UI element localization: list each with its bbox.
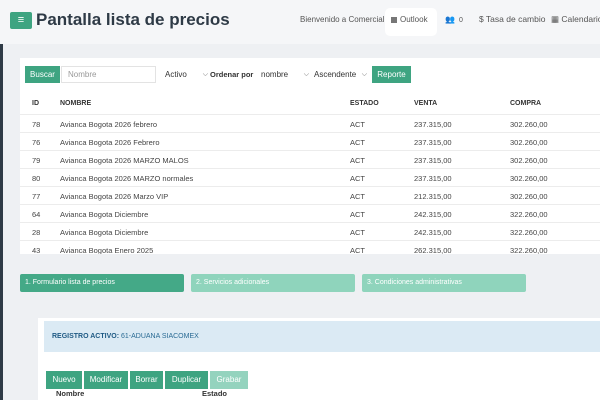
duplicar-button[interactable]: Duplicar: [165, 371, 208, 389]
table-row[interactable]: 43 Avianca Bogota Enero 2025 ACT 262.315…: [20, 240, 600, 254]
calendario-link[interactable]: ▦ Calendario: [551, 14, 600, 25]
grabar-button[interactable]: Grabar: [210, 371, 248, 389]
ordenar-por-label: Ordenar por: [210, 70, 254, 79]
table-row[interactable]: 79 Avianca Bogota 2026 MARZO MALOS ACT 2…: [20, 150, 600, 168]
tab-condiciones[interactable]: 3. Condiciones administrativas: [362, 274, 526, 292]
tab-formulario[interactable]: 1. Formulario lista de precios: [20, 274, 184, 292]
outlook-label: Outlook: [400, 15, 428, 24]
chevron-down-icon: ⌵: [303, 71, 309, 78]
borrar-button[interactable]: Borrar: [130, 371, 163, 389]
table-row[interactable]: 78 Avianca Bogota 2026 febrero ACT 237.3…: [20, 114, 600, 132]
header-venta: VENTA: [414, 100, 438, 107]
cell-nombre: Avianca Bogota 2026 Febrero: [60, 138, 160, 147]
buscar-button[interactable]: Buscar: [25, 66, 60, 83]
nuevo-button[interactable]: Nuevo: [46, 371, 82, 389]
table-row[interactable]: 28 Avianca Bogota Diciembre ACT 242.315,…: [20, 222, 600, 240]
users-button[interactable]: 👥 0: [445, 15, 463, 24]
registro-value: 61-ADUANA SIACOMEX: [120, 333, 199, 340]
table-row[interactable]: 64 Avianca Bogota Diciembre ACT 242.315,…: [20, 204, 600, 222]
cell-id: 28: [32, 228, 41, 237]
users-icon: 👥: [445, 15, 455, 24]
cell-compra: 322.260,00: [510, 228, 548, 237]
cell-estado: ACT: [350, 156, 365, 165]
tab-servicios[interactable]: 2. Servicios adicionales: [191, 274, 355, 292]
cell-nombre: Avianca Bogota Enero 2025: [60, 246, 154, 254]
header-id: ID: [32, 100, 39, 107]
estado-select-value: Activo: [165, 70, 187, 79]
cell-id: 43: [32, 246, 41, 254]
chevron-down-icon: ⌵: [361, 71, 367, 78]
cell-id: 64: [32, 210, 41, 219]
cell-venta: 242.315,00: [414, 228, 452, 237]
users-count: 0: [458, 17, 463, 24]
cell-id: 77: [32, 192, 41, 201]
calendario-label: Calendario: [561, 14, 600, 24]
chevron-down-icon: ⌵: [202, 71, 208, 78]
cell-nombre: Avianca Bogota Diciembre: [60, 210, 149, 219]
table-row[interactable]: 76 Avianca Bogota 2026 Febrero ACT 237.3…: [20, 132, 600, 150]
cell-estado: ACT: [350, 120, 365, 129]
cell-compra: 322.260,00: [510, 246, 548, 254]
cell-compra: 302.260,00: [510, 156, 548, 165]
cell-estado: ACT: [350, 174, 365, 183]
registro-activo-bar: REGISTRO ACTIVO: 61-ADUANA SIACOMEX: [44, 321, 600, 352]
cell-venta: 237.315,00: [414, 156, 452, 165]
estado-field-label: Estado: [202, 389, 228, 398]
order-direction-select[interactable]: Ascendente ⌵: [314, 66, 369, 83]
cell-estado: ACT: [350, 192, 365, 201]
header-compra: COMPRA: [510, 100, 542, 107]
cell-nombre: Avianca Bogota 2026 MARZO MALOS: [60, 156, 189, 165]
cell-id: 78: [32, 120, 41, 129]
cell-nombre: Avianca Bogota Diciembre: [60, 228, 149, 237]
nombre-field-label: Nombre: [56, 389, 85, 398]
cell-estado: ACT: [350, 228, 365, 237]
cell-venta: 237.315,00: [414, 120, 452, 129]
order-field-value: nombre: [261, 70, 289, 79]
tasa-de-cambio-link[interactable]: $ Tasa de cambio: [479, 14, 545, 24]
cell-compra: 302.260,00: [510, 120, 548, 129]
price-list-panel: Buscar Nombre Activo ⌵ Ordenar por nombre…: [20, 58, 600, 254]
cell-venta: 237.315,00: [414, 138, 452, 147]
cell-id: 80: [32, 174, 41, 183]
cell-venta: 242.315,00: [414, 210, 452, 219]
cell-compra: 322.260,00: [510, 210, 548, 219]
cell-compra: 302.260,00: [510, 174, 548, 183]
registro-label: REGISTRO ACTIVO:: [52, 333, 120, 340]
cell-compra: 302.260,00: [510, 138, 548, 147]
cell-venta: 262.315,00: [414, 246, 452, 254]
header-estado: ESTADO: [350, 100, 379, 107]
cell-id: 79: [32, 156, 41, 165]
estado-select[interactable]: Activo ⌵: [165, 66, 210, 83]
sidebar-edge: [0, 44, 3, 400]
cell-estado: ACT: [350, 246, 365, 254]
cell-nombre: Avianca Bogota 2026 MARZO normales: [60, 174, 194, 183]
cell-venta: 237.315,00: [414, 174, 452, 183]
cell-compra: 302.260,00: [510, 192, 548, 201]
cell-id: 76: [32, 138, 41, 147]
cell-estado: ACT: [350, 210, 365, 219]
order-direction-value: Ascendente: [314, 70, 357, 79]
outlook-icon: [391, 16, 397, 23]
welcome-text: Bienvenido a Comercial.: [300, 15, 387, 24]
outlook-button[interactable]: Outlook: [385, 8, 437, 36]
menu-icon[interactable]: ≡: [10, 12, 32, 29]
cell-nombre: Avianca Bogota 2026 febrero: [60, 120, 158, 129]
header-nombre: NOMBRE: [60, 100, 92, 107]
top-bar: ≡ Pantalla lista de precios Bienvenido a…: [0, 0, 600, 44]
modificar-button[interactable]: Modificar: [84, 371, 128, 389]
calendar-icon: ▦: [551, 14, 562, 24]
table-row[interactable]: 77 Avianca Bogota 2026 Marzo VIP ACT 212…: [20, 186, 600, 204]
reporte-button[interactable]: Reporte: [372, 66, 411, 83]
cell-estado: ACT: [350, 138, 365, 147]
order-field-select[interactable]: nombre ⌵: [261, 66, 311, 83]
cell-venta: 212.315,00: [414, 192, 452, 201]
table-row[interactable]: 80 Avianca Bogota 2026 MARZO normales AC…: [20, 168, 600, 186]
page-title: Pantalla lista de precios: [36, 10, 230, 29]
nombre-search-input[interactable]: Nombre: [61, 66, 156, 83]
cell-nombre: Avianca Bogota 2026 Marzo VIP: [60, 192, 169, 201]
